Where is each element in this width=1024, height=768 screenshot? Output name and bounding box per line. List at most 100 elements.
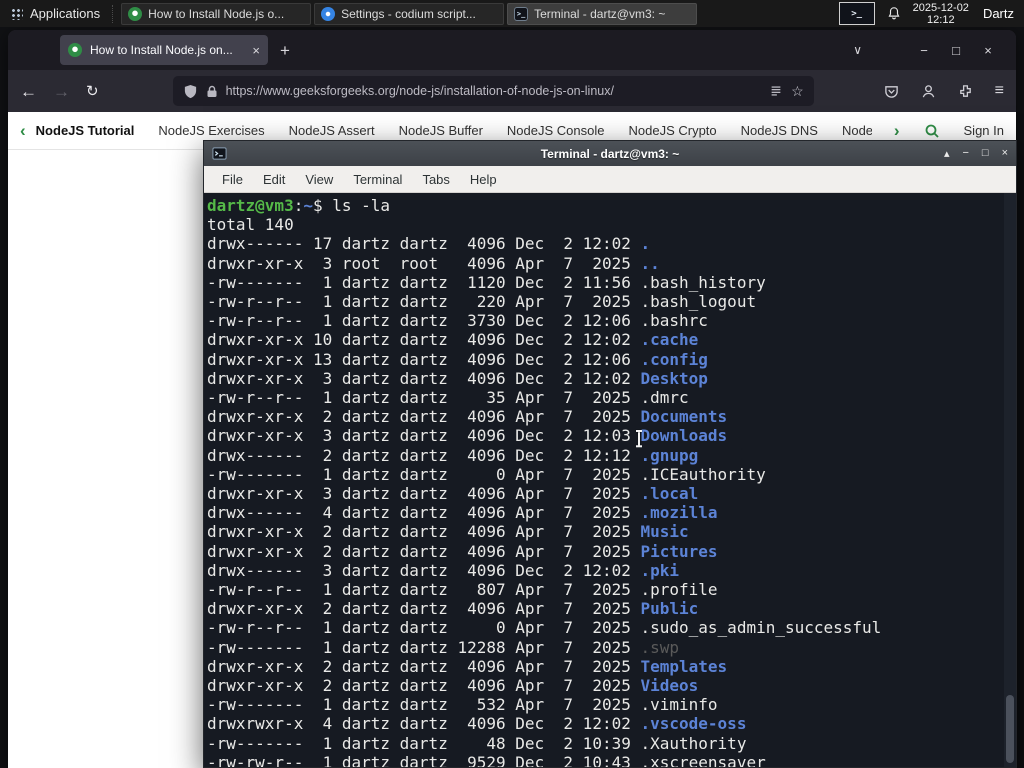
extensions-icon[interactable] [958,84,973,99]
nav-next-icon[interactable]: › [894,122,900,139]
tracking-shield-icon[interactable] [183,84,198,99]
terminal-output-line: drwxr-xr-x 2 dartz dartz 4096 Apr 7 2025… [207,676,699,696]
terminal-window: Terminal - dartz@vm3: ~ ▴ − □ × File Edi… [203,140,1017,768]
search-icon[interactable] [924,123,940,139]
bookmark-star-icon[interactable]: ☆ [791,83,804,100]
tab-title: How to Install Node.js on... [90,43,233,57]
terminal-output-line: -rw-r--r-- 1 dartz dartz 3730 Dec 2 12:0… [207,311,708,331]
typed-command: ls -la [332,196,391,215]
top-panel: Applications How to Install Node.js o...… [0,0,1024,27]
lock-icon[interactable] [206,85,218,98]
terminal-output-line: -rw------- 1 dartz dartz 0 Apr 7 2025 .I… [207,464,766,484]
terminal-menubar: File Edit View Terminal Tabs Help [204,166,1016,193]
menu-view[interactable]: View [295,168,343,191]
terminal-output-line: drwxr-xr-x 2 dartz dartz 4096 Apr 7 2025… [207,656,728,676]
nav-item-assert[interactable]: NodeJS Assert [289,123,375,138]
terminal-output-line: -rw-r--r-- 1 dartz dartz 35 Apr 7 2025 .… [207,388,689,408]
taskbar-button-browser[interactable]: How to Install Node.js o... [121,2,312,25]
task-label: Settings - codium script... [341,6,476,21]
taskbar: How to Install Node.js o... Settings - c… [121,2,698,25]
menu-terminal[interactable]: Terminal [343,168,412,191]
terminal-app-icon [212,146,227,161]
geeksforgeeks-favicon [128,6,143,21]
applications-menu[interactable]: Applications [0,0,110,27]
applications-icon [10,7,23,20]
nav-prev-icon[interactable]: ‹ [20,122,26,139]
browser-close-button[interactable]: × [972,43,1004,58]
terminal-close-button[interactable]: × [1002,147,1008,160]
prompt-dollar: $ [312,196,333,215]
applications-label: Applications [30,6,101,21]
terminal-output-line: drwxr-xr-x 2 dartz dartz 4096 Apr 7 2025… [207,522,689,542]
back-button[interactable]: ← [20,83,37,100]
pocket-icon[interactable] [884,84,899,99]
sign-in-button[interactable]: Sign In [964,123,1004,138]
nav-item-exercises[interactable]: NodeJS Exercises [158,123,264,138]
terminal-output-line: -rw-r--r-- 1 dartz dartz 807 Apr 7 2025 … [207,580,718,600]
nav-item-truncated[interactable]: Node [842,123,872,138]
terminal-output-line: drwxr-xr-x 3 root root 4096 Apr 7 2025 .… [207,253,660,273]
panel-separator [112,4,115,23]
menu-file[interactable]: File [212,168,253,191]
menu-help[interactable]: Help [460,168,507,191]
scrollbar-thumb[interactable] [1006,695,1014,763]
nav-item-dns[interactable]: NodeJS DNS [741,123,818,138]
panel-user-label[interactable]: Dartz [981,6,1014,21]
account-icon[interactable] [921,84,936,99]
terminal-prompt-line: dartz@vm3:~$ ls -la [207,196,1002,215]
browser-tab[interactable]: How to Install Node.js on... × [60,35,268,65]
terminal-output-line: -rw-r--r-- 1 dartz dartz 220 Apr 7 2025 … [207,292,757,312]
tab-close-icon[interactable]: × [252,44,260,57]
desktop: How to Install Node.js on... × + ∨ − □ ×… [0,0,1024,768]
toolbar-right-icons: ≡ [884,83,1004,99]
nav-item-console[interactable]: NodeJS Console [507,123,605,138]
new-tab-button[interactable]: + [280,42,290,59]
prompt-colon: : [293,196,304,215]
terminal-minimize-button[interactable]: − [962,147,968,160]
forward-button[interactable]: → [53,83,70,100]
terminal-maximize-button[interactable]: □ [982,147,989,160]
bell-icon[interactable] [887,6,901,21]
url-bar[interactable]: https://www.geeksforgeeks.org/node-js/in… [172,76,814,106]
geeksforgeeks-favicon [68,43,82,57]
menu-tabs[interactable]: Tabs [412,168,459,191]
terminal-output-line: -rw------- 1 dartz dartz 12288 Apr 7 202… [207,637,680,657]
menu-icon[interactable]: ≡ [995,83,1004,99]
taskbar-button-terminal[interactable]: >_ Terminal - dartz@vm3: ~ [507,2,698,25]
nav-item-tutorial[interactable]: NodeJS Tutorial [36,123,135,138]
terminal-output-line: drwxr-xr-x 2 dartz dartz 4096 Apr 7 2025… [207,541,718,561]
list-all-tabs-icon[interactable]: ∨ [853,43,862,57]
reader-view-icon[interactable] [769,84,783,98]
browser-minimize-button[interactable]: − [908,43,940,58]
terminal-titlebar[interactable]: Terminal - dartz@vm3: ~ ▴ − □ × [204,141,1016,166]
settings-favicon [321,6,336,21]
terminal-output-line: -rw------- 1 dartz dartz 1120 Dec 2 11:5… [207,272,766,292]
terminal-screen[interactable]: dartz@vm3:~$ ls -la total 140 drwx------… [204,193,1016,767]
terminal-output-line: drwxrwxr-x 4 dartz dartz 4096 Dec 2 12:0… [207,714,747,734]
terminal-favicon: >_ [514,6,529,21]
prompt-path: ~ [303,196,313,215]
terminal-output-line: drwxr-xr-x 13 dartz dartz 4096 Dec 2 12:… [207,349,708,369]
refresh-button[interactable]: ↻ [86,84,99,99]
mouse-cursor [634,430,644,447]
prompt-user-host: dartz@vm3 [207,196,294,215]
terminal-output-line: drwxr-xr-x 2 dartz dartz 4096 Apr 7 2025… [207,407,728,427]
terminal-shade-button[interactable]: ▴ [944,147,950,160]
terminal-output-line: -rw------- 1 dartz dartz 532 Apr 7 2025 … [207,695,718,715]
task-label: Terminal - dartz@vm3: ~ [534,6,666,21]
terminal-output-line: drwx------ 2 dartz dartz 4096 Dec 2 12:1… [207,445,699,465]
menu-edit[interactable]: Edit [253,168,295,191]
terminal-window-title: Terminal - dartz@vm3: ~ [540,146,680,161]
taskbar-button-settings[interactable]: Settings - codium script... [314,2,505,25]
panel-clock[interactable]: 2025-12-02 12:12 [913,2,969,26]
terminal-output: dartz@vm3:~$ ls -la total 140 drwx------… [207,196,1002,767]
browser-maximize-button[interactable]: □ [940,43,972,58]
terminal-output-line: -rw-r--r-- 1 dartz dartz 0 Apr 7 2025 .s… [207,618,882,638]
terminal-output-line: drwxr-xr-x 10 dartz dartz 4096 Dec 2 12:… [207,330,699,350]
terminal-listing: drwx------ 17 dartz dartz 4096 Dec 2 12:… [207,234,1002,767]
site-nav-right: › Sign In [887,122,1004,139]
terminal-scrollbar[interactable] [1004,193,1016,767]
tray-terminal-icon[interactable]: >_ [838,2,875,25]
nav-item-buffer[interactable]: NodeJS Buffer [399,123,483,138]
nav-item-crypto[interactable]: NodeJS Crypto [628,123,716,138]
